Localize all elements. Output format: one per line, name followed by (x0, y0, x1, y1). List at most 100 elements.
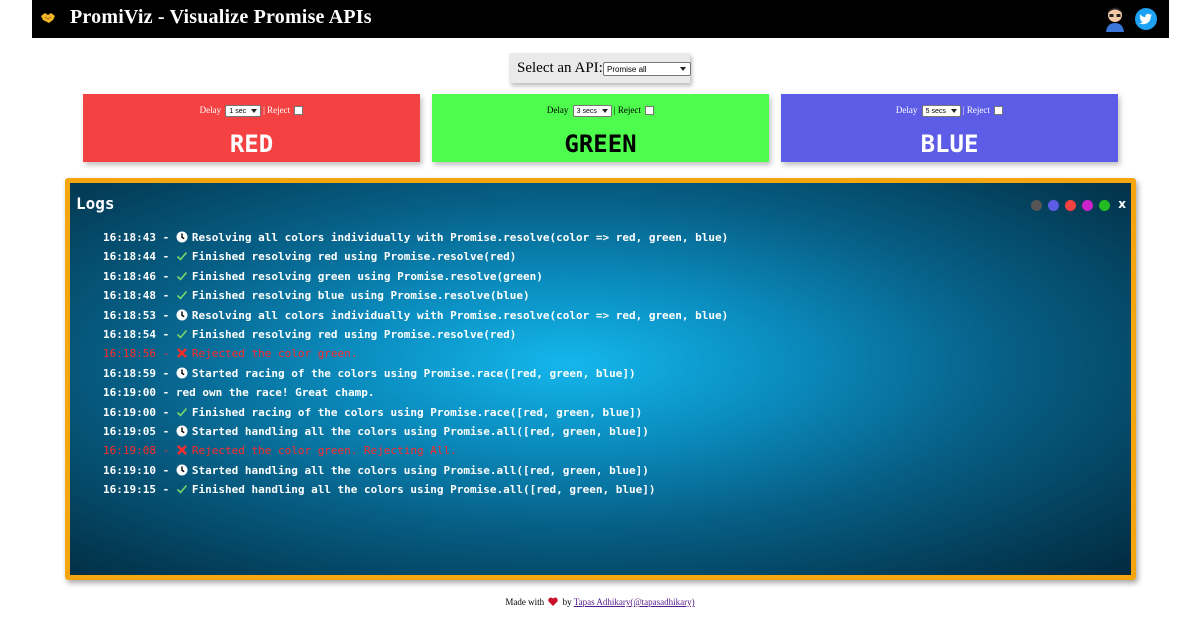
log-entry: 16:19:00 - Finished racing of the colors… (103, 405, 643, 419)
log-message: Started handling all the colors using Pr… (191, 424, 649, 438)
log-message: Finished resolving red using Promise.res… (191, 250, 517, 264)
log-time: 16:19:00 (103, 386, 156, 400)
close-logs-button[interactable]: x (1118, 197, 1126, 211)
log-entry: 16:18:59 - Started racing of the colors … (103, 366, 636, 380)
delay-select[interactable]: 3 secs (572, 104, 612, 117)
log-time: 16:18:54 (103, 327, 156, 341)
clock-icon (176, 230, 188, 243)
delay-label: Delay (546, 105, 569, 115)
heart-icon (548, 597, 559, 606)
clock-icon (176, 366, 188, 379)
log-list: 16:18:43 - Resolving all colors individu… (103, 228, 728, 499)
log-entry: 16:18:43 - Resolving all colors individu… (103, 230, 729, 244)
log-message: Finished racing of the colors using Prom… (191, 405, 643, 419)
log-time: 16:19:00 (103, 405, 156, 419)
footer-made-with: Made with (505, 597, 545, 607)
color-name: BLUE (920, 130, 979, 158)
log-message: Resolving all colors individually with P… (191, 308, 729, 322)
reject-label: | Reject (962, 105, 990, 115)
check-icon (176, 269, 188, 281)
cross-icon (176, 443, 188, 456)
chevron-down-icon (251, 108, 258, 113)
api-select-dropdown[interactable]: Promise all (603, 62, 691, 76)
app-header: PromiViz - Visualize Promise APIs (32, 0, 1169, 38)
log-time: 16:18:43 (103, 231, 156, 244)
log-entry: 16:18:54 - Finished resolving red using … (103, 327, 517, 341)
reject-label: | Reject (263, 105, 291, 115)
log-message: Started handling all the colors using Pr… (191, 463, 649, 477)
log-message: red own the race! Great champ. (175, 386, 375, 400)
delay-select-value: 5 secs (925, 107, 946, 115)
delay-select[interactable]: 5 secs (921, 104, 961, 117)
log-message: Started racing of the colors using Promi… (191, 366, 636, 380)
delay-label: Delay (199, 105, 222, 115)
api-select-value: Promise all (607, 65, 647, 74)
clock-icon (176, 424, 188, 437)
color-name: RED (229, 130, 274, 158)
card-controls: Delay 5 secs | Reject (781, 103, 1118, 117)
log-message: Rejected the color green. (191, 347, 358, 361)
log-time: 16:19:05 (103, 424, 156, 438)
reject-checkbox[interactable] (294, 106, 304, 116)
delay-label: Delay (895, 105, 918, 115)
clock-icon (176, 463, 188, 476)
clock-icon (176, 308, 188, 321)
log-time: 16:19:08 (103, 444, 156, 458)
author-link[interactable]: Tapas Adhikary(@tapasadhikary) (574, 597, 695, 607)
delay-select-value: 1 sec (229, 107, 247, 115)
check-icon (176, 288, 188, 300)
card-controls: Delay 3 secs | Reject (432, 103, 769, 117)
log-time: 16:18:48 (103, 289, 156, 303)
log-time: 16:18:44 (103, 250, 156, 264)
log-entry: 16:19:08 - Rejected the color green. Rej… (103, 443, 457, 458)
api-selector-panel: Select an API: Promise all (509, 53, 691, 83)
color-card-blue: Delay 5 secs | Reject BLUE (781, 94, 1118, 162)
log-message: Finished resolving red using Promise.res… (191, 327, 517, 341)
log-time: 16:19:10 (103, 463, 156, 477)
check-icon (176, 327, 188, 339)
check-icon (176, 249, 188, 262)
footer: Made with by Tapas Adhikary(@tapasadhika… (0, 597, 1200, 607)
chevron-down-icon (680, 67, 686, 71)
log-entry: 16:18:46 - Finished resolving green usin… (103, 269, 543, 283)
log-time: 16:18:56 (103, 347, 156, 361)
log-entry: 16:19:00 - red own the race! Great champ… (103, 386, 375, 400)
reject-checkbox[interactable] (994, 106, 1004, 116)
theme-dot[interactable] (1048, 200, 1059, 211)
footer-by: by (562, 597, 572, 607)
cross-icon (176, 346, 188, 359)
app-title: PromiViz - Visualize Promise APIs (70, 6, 372, 28)
theme-dot[interactable] (1082, 200, 1093, 211)
log-message: Rejected the color green. Rejecting All. (191, 444, 457, 458)
log-time: 16:18:53 (103, 308, 156, 322)
color-card-red: Delay 1 sec | Reject RED (83, 94, 420, 162)
twitter-icon[interactable] (1135, 8, 1157, 30)
theme-dot[interactable] (1065, 200, 1076, 211)
author-avatar-icon[interactable] (1103, 6, 1127, 32)
check-icon (176, 405, 188, 417)
reject-checkbox[interactable] (645, 106, 655, 116)
theme-dot[interactable] (1099, 200, 1110, 211)
color-card-green: Delay 3 secs | Reject GREEN (432, 94, 769, 162)
log-entry: 16:19:15 - Finished handling all the col… (103, 483, 656, 497)
log-time: 16:19:15 (103, 483, 156, 497)
log-entry: 16:18:44 - Finished resolving red using … (103, 249, 517, 264)
log-entry: 16:18:56 - Rejected the color green. (103, 346, 358, 361)
log-message: Resolving all colors individually with P… (191, 231, 729, 244)
delay-select[interactable]: 1 sec (225, 104, 262, 117)
log-entry: 16:18:53 - Resolving all colors individu… (103, 308, 729, 322)
color-name: GREEN (564, 130, 637, 158)
theme-dot[interactable] (1031, 200, 1042, 211)
reject-label: | Reject (613, 105, 641, 115)
api-select-label: Select an API: (517, 60, 603, 76)
log-time: 16:18:59 (103, 366, 156, 380)
chevron-down-icon (601, 108, 608, 113)
handshake-icon (41, 13, 55, 23)
log-entry: 16:18:48 - Finished resolving blue using… (103, 288, 530, 303)
logs-title: Logs (76, 194, 115, 213)
log-time: 16:18:46 (103, 269, 156, 283)
log-message: Finished resolving blue using Promise.re… (191, 289, 530, 303)
delay-select-value: 3 secs (576, 107, 597, 115)
log-entry: 16:19:05 - Started handling all the colo… (103, 424, 649, 438)
log-entry: 16:19:10 - Started handling all the colo… (103, 463, 649, 477)
